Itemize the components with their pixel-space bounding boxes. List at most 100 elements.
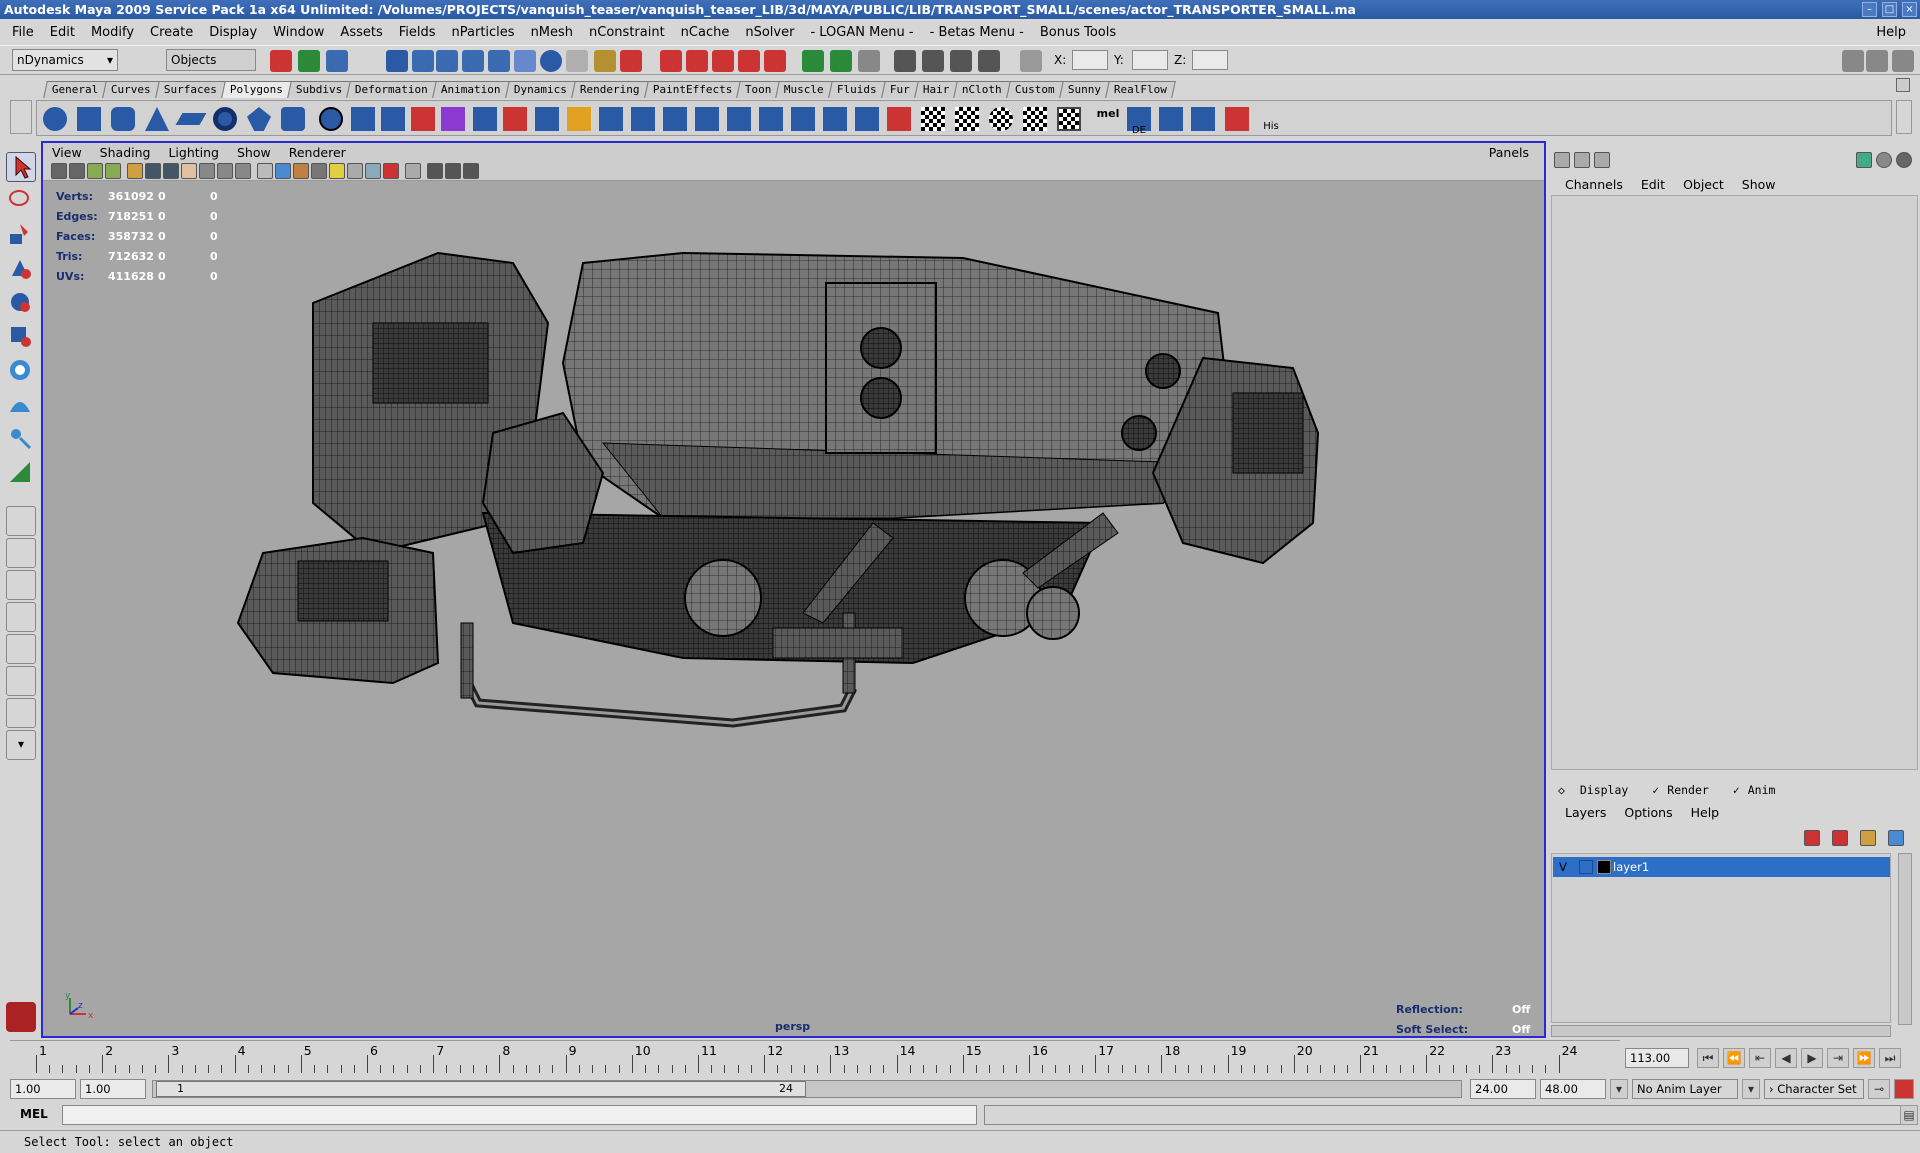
layer-color-swatch[interactable] [1597, 860, 1611, 874]
spherical-mapping-icon[interactable] [989, 107, 1013, 131]
menu-create[interactable]: Create [142, 25, 201, 40]
shelf-tab-deformation[interactable]: Deformation [346, 81, 438, 98]
menu-display[interactable]: Display [201, 25, 265, 40]
select-by-hierarchy-icon[interactable] [270, 50, 292, 72]
shelf-trash-icon[interactable] [1896, 78, 1910, 92]
go-to-start-icon[interactable]: ⏮ [1697, 1048, 1719, 1068]
film-gate-icon[interactable] [145, 163, 161, 179]
menu-help[interactable]: Help [1868, 25, 1914, 40]
script-language-label[interactable]: MEL [20, 1107, 48, 1121]
poly-sphere-icon[interactable] [43, 107, 67, 131]
anim-prefs-icon[interactable]: ▾ [1610, 1079, 1628, 1099]
perspective-viewport[interactable] [41, 141, 1546, 1038]
viewport-menu-show[interactable]: Show [228, 145, 280, 160]
shelf-tab-ncloth[interactable]: nCloth [953, 81, 1011, 98]
gate-mask-icon[interactable] [181, 163, 197, 179]
channel-box-body[interactable] [1551, 195, 1918, 770]
layout-persp-outliner-icon[interactable] [6, 570, 36, 600]
viewport-menu-lighting[interactable]: Lighting [159, 145, 228, 160]
channel-object-menu[interactable]: Object [1674, 177, 1733, 192]
playback-start-field[interactable]: 1.00 [80, 1079, 146, 1099]
menu-file[interactable]: File [4, 25, 42, 40]
menu-nmesh[interactable]: nMesh [523, 25, 581, 40]
shelf-tab-custom[interactable]: Custom [1006, 81, 1064, 98]
planar-mapping-icon[interactable] [921, 107, 945, 131]
time-slider[interactable]: 1 2 3 4 5 6 7 8 9 10 11 12 13 14 15 16 17 18 19 20 21 22 23 24 [10, 1040, 1620, 1073]
shelf-tab-dynamics[interactable]: Dynamics [505, 81, 576, 98]
playback-end-field[interactable]: 24.00 [1470, 1079, 1536, 1099]
layout-four-pane-icon[interactable] [6, 538, 36, 568]
channel-show-menu[interactable]: Show [1733, 177, 1785, 192]
resolution-gate-icon[interactable] [163, 163, 179, 179]
extract-icon[interactable] [855, 107, 879, 131]
delete-history-icon[interactable]: His [1259, 107, 1283, 132]
menu-fields[interactable]: Fields [391, 25, 444, 40]
animation-start-field[interactable]: 1.00 [10, 1079, 76, 1099]
poly-plane-icon[interactable] [175, 113, 207, 125]
high-quality-icon[interactable] [383, 163, 399, 179]
layout-trax-icon[interactable] [6, 698, 36, 728]
cylindrical-mapping-icon[interactable] [955, 107, 979, 131]
new-layer-selected-icon[interactable] [1888, 830, 1904, 846]
merge-icon[interactable] [695, 107, 719, 131]
render-view-icon[interactable] [894, 50, 916, 72]
menu-assets[interactable]: Assets [332, 25, 390, 40]
move-layer-up-icon[interactable] [1804, 830, 1820, 846]
show-manipulator-icon[interactable] [6, 424, 36, 454]
select-handles-icon[interactable] [386, 50, 408, 72]
make-live-icon[interactable] [764, 50, 786, 72]
shelf-tab-general[interactable]: General [43, 81, 108, 98]
isolate-select-icon[interactable] [405, 163, 421, 179]
layout-uvs-icon[interactable] [1159, 107, 1183, 131]
anim-layer-dropdown[interactable]: No Anim Layer [1632, 1079, 1738, 1099]
poly-torus-icon[interactable] [213, 107, 237, 131]
layer-visibility-toggle[interactable]: V [1559, 857, 1567, 877]
minimize-icon[interactable]: – [1862, 2, 1877, 17]
channel-edit-menu[interactable]: Edit [1632, 177, 1674, 192]
menu-edit[interactable]: Edit [42, 25, 83, 40]
select-misc-icon[interactable] [566, 50, 588, 72]
shelf-tab-rendering[interactable]: Rendering [571, 81, 649, 98]
select-by-component-icon[interactable] [326, 50, 348, 72]
bookmarks-icon[interactable] [87, 163, 103, 179]
grid-icon[interactable] [127, 163, 143, 179]
numeric-input-icon[interactable] [1020, 50, 1042, 72]
layer-list-vscrollbar[interactable] [1898, 853, 1912, 1025]
shelf-tab-subdivs[interactable]: Subdivs [287, 81, 352, 98]
command-input[interactable] [62, 1105, 977, 1125]
duplicate-face-icon[interactable] [823, 107, 847, 131]
shelf-tab-surfaces[interactable]: Surfaces [155, 81, 226, 98]
channel-speed-icon[interactable] [1856, 152, 1872, 168]
menu-betas[interactable]: - Betas Menu - [922, 25, 1032, 40]
layer-tab-display[interactable]: ◇ Display [1550, 783, 1644, 797]
layout-more-icon[interactable]: ▾ [6, 730, 36, 760]
layout-outliner-graph-icon[interactable] [6, 666, 36, 696]
insert-edge-loop-icon[interactable] [599, 107, 623, 131]
select-dynamics-icon[interactable] [514, 50, 536, 72]
input-operations-icon[interactable] [802, 50, 824, 72]
animation-prefs-icon[interactable] [1894, 1079, 1914, 1099]
select-deformations-icon[interactable] [488, 50, 510, 72]
channel-layer-toggle-icon[interactable] [1594, 152, 1610, 168]
boolean-icon[interactable] [411, 107, 435, 131]
play-backwards-icon[interactable]: ◀ [1775, 1048, 1797, 1068]
poly-helix-icon[interactable] [319, 107, 343, 131]
shelf-tab-sunny[interactable]: Sunny [1059, 81, 1110, 98]
snap-to-curves-icon[interactable] [686, 50, 708, 72]
snap-to-points-icon[interactable] [712, 50, 734, 72]
combine-icon[interactable] [351, 107, 375, 131]
uv-texture-editor-icon[interactable] [1057, 107, 1081, 131]
layer-options-menu[interactable]: Options [1615, 805, 1681, 820]
textured-icon[interactable] [311, 163, 327, 179]
select-rendering-icon[interactable] [540, 50, 562, 72]
camera-select-icon[interactable] [51, 163, 67, 179]
channel-precision-icon[interactable] [1896, 152, 1912, 168]
lasso-tool-icon[interactable] [6, 186, 36, 216]
channel-box-toggle-icon[interactable] [1554, 152, 1570, 168]
menu-modify[interactable]: Modify [83, 25, 142, 40]
play-forwards-icon[interactable]: ▶ [1801, 1048, 1823, 1068]
snap-to-grids-icon[interactable] [660, 50, 682, 72]
poly-cone-icon[interactable] [145, 107, 169, 131]
shelf-tab-hair[interactable]: Hair [914, 81, 959, 98]
menu-nparticles[interactable]: nParticles [444, 25, 523, 40]
